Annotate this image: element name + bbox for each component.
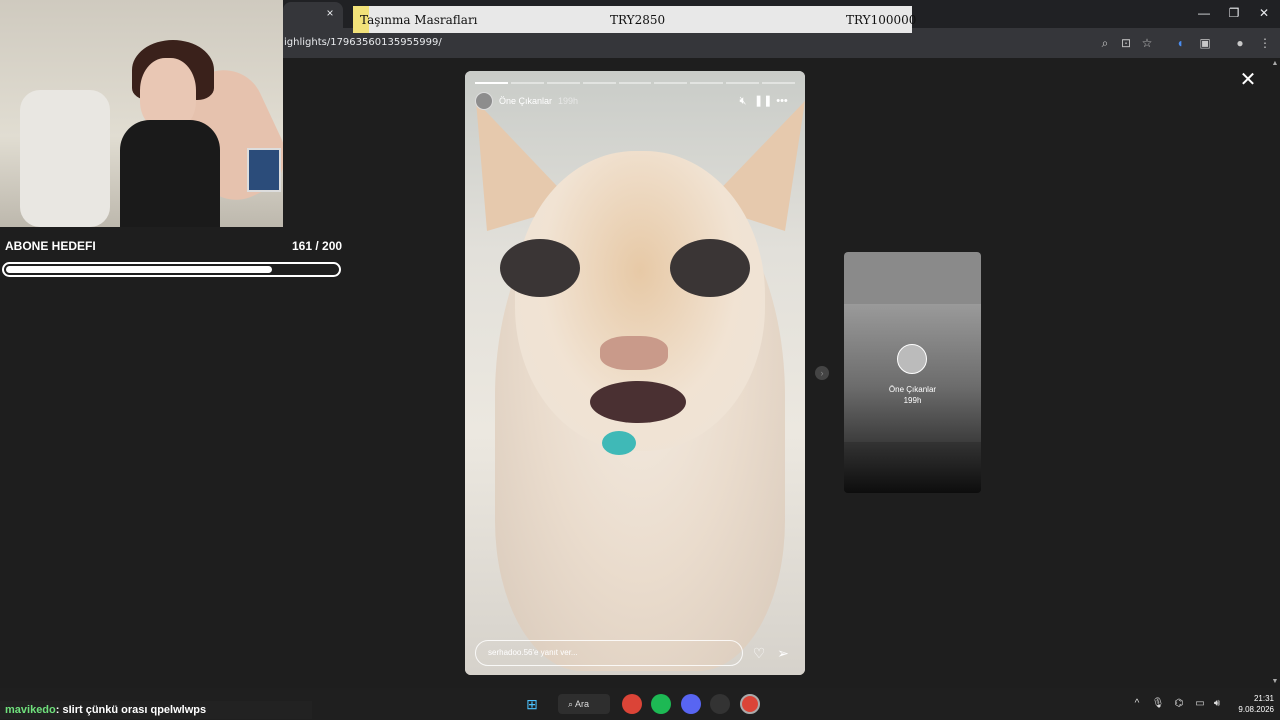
chrome-icon[interactable] (622, 694, 642, 714)
goal-progress-fill (6, 266, 272, 273)
webcam-picture-frame (247, 148, 281, 192)
microphone-icon[interactable]: 🎙︎ (1151, 697, 1165, 711)
display-icon[interactable]: ▭ (1193, 697, 1207, 711)
maximize-button[interactable]: ❐ (1220, 4, 1248, 22)
start-windows-icon[interactable]: ⊞ (522, 694, 542, 714)
next-story-top (844, 252, 981, 304)
close-window-button[interactable]: ✕ (1250, 4, 1278, 22)
story-time: 199h (558, 96, 579, 106)
story-reply-input[interactable]: serhadoo.56'e yanıt ver... (475, 640, 743, 666)
next-story-avatar (897, 344, 927, 374)
share-send-icon[interactable]: ➢ (774, 644, 792, 662)
zoom-icon[interactable]: ⌕ (1096, 34, 1114, 52)
next-story-time: 199h (903, 396, 922, 405)
extensions-puzzle-icon[interactable]: ▣ (1196, 34, 1214, 52)
webcam-body (120, 120, 220, 227)
more-options-icon[interactable]: ••• (774, 93, 790, 109)
taskbar-search[interactable]: ⌕ Ara (558, 694, 610, 714)
screen: { "browser": { "url": "ighlights/1796356… (0, 0, 1280, 720)
chat-message: mavikedo: sIirt çünkü orası qpelwlwps (0, 701, 312, 719)
pause-icon[interactable]: ❚❚ (754, 93, 772, 109)
cat-collar-bell (602, 431, 636, 455)
story-account-name[interactable]: Öne Çıkanlar (499, 96, 552, 106)
search-label: Ara (575, 699, 590, 709)
cat-eye-left (500, 239, 580, 297)
chat-username: mavikedo (5, 704, 56, 716)
clock-date: 9.08.2026 (1238, 705, 1274, 714)
volume-icon[interactable]: 🔊︎ (1210, 697, 1224, 711)
webcam-chair (20, 90, 110, 227)
tab-close-icon[interactable]: × (322, 5, 338, 21)
story-progress-segment (618, 82, 652, 84)
webcam-feed (0, 0, 283, 227)
minimize-button[interactable]: — (1190, 4, 1218, 22)
url-text[interactable]: ighlights/17963560135955999/ (284, 37, 442, 48)
banner-target: TRY100000 (846, 13, 917, 27)
cat-nose (600, 336, 668, 370)
next-story-arrow-icon[interactable]: › (815, 366, 829, 380)
scroll-down-icon[interactable]: ▼ (1271, 678, 1279, 685)
discord-icon[interactable] (681, 694, 701, 714)
goal-count: 161 / 200 (292, 239, 343, 253)
like-heart-icon[interactable]: ♡ (750, 644, 768, 662)
story-progress-segment (654, 82, 688, 84)
mute-icon[interactable]: 🔇︎ (735, 93, 751, 109)
profile-avatar-icon[interactable]: ● (1231, 34, 1249, 52)
next-story-bottom (844, 442, 981, 493)
goal-progress-bar (2, 262, 341, 277)
story-progress (475, 82, 796, 84)
story-progress-segment (546, 82, 580, 84)
story-progress-segment (510, 82, 544, 84)
banner-title: Taşınma Masrafları (360, 13, 478, 27)
scroll-up-icon[interactable]: ▲ (1271, 60, 1279, 67)
story-progress-segment (690, 82, 724, 84)
chrome-active-icon[interactable] (740, 694, 760, 714)
next-story-preview[interactable]: Öne Çıkanlar 199h (844, 252, 981, 493)
story-header: Öne Çıkanlar 199h (475, 91, 578, 111)
network-icon[interactable]: ⌬ (1172, 697, 1186, 711)
install-app-icon[interactable]: ⊡ (1117, 34, 1135, 52)
next-story-name: Öne Çıkanlar (888, 385, 937, 394)
obs-icon[interactable] (710, 694, 730, 714)
bookmark-star-icon[interactable]: ☆ (1138, 34, 1156, 52)
page-scrollbar[interactable] (1270, 58, 1280, 688)
tray-expand-icon[interactable]: ^ (1130, 697, 1144, 711)
story-progress-segment (762, 82, 796, 84)
banner-current: TRY2850 (610, 13, 666, 27)
spotify-icon[interactable] (651, 694, 671, 714)
expense-banner: Taşınma Masrafları TRY2850 TRY100000 (353, 6, 916, 33)
chat-text: : sIirt çünkü orası qpelwlwps (55, 704, 207, 716)
cat-eye-right (670, 239, 750, 297)
browser-menu-icon[interactable]: ⋮ (1256, 34, 1274, 52)
clock-time: 21:31 (1253, 694, 1274, 703)
close-story-icon[interactable]: ✕ (1238, 70, 1258, 90)
story-progress-segment (726, 82, 760, 84)
taskbar-clock[interactable]: 21:31 9.08.2026 (1226, 693, 1274, 715)
story-progress-segment (582, 82, 616, 84)
story-avatar[interactable] (475, 92, 493, 110)
goal-label: ABONE HEDEFI (5, 239, 96, 253)
cat-mouth (590, 381, 686, 423)
story-card[interactable]: Öne Çıkanlar 199h 🔇︎ ❚❚ ••• serhadoo.56'… (465, 71, 805, 675)
extension-icon[interactable]: ◖ (1171, 34, 1189, 52)
story-progress-segment (475, 82, 508, 84)
